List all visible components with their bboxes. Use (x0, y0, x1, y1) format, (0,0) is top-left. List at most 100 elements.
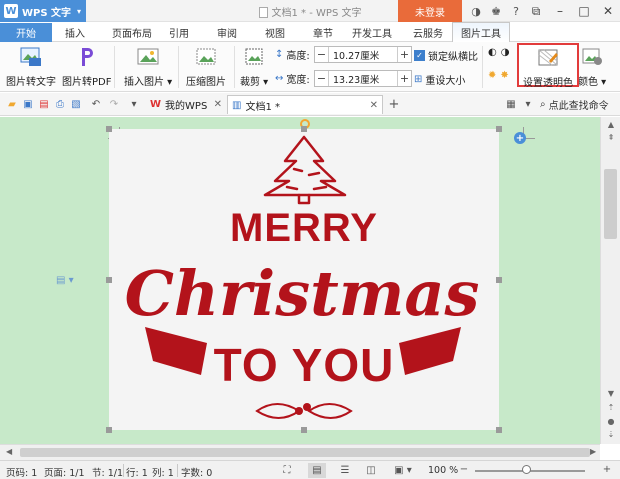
zoom-out-icon[interactable]: − (455, 462, 473, 477)
print-icon[interactable]: ⎙ (54, 98, 66, 110)
layout-options-button[interactable]: + (514, 132, 526, 144)
wps-logo-icon: W (150, 99, 162, 110)
next-page-icon[interactable]: ⇣ (605, 430, 617, 439)
new-tab-icon[interactable]: + (388, 97, 400, 112)
tab-picture-tools[interactable]: 图片工具 (452, 22, 510, 42)
compress-picture-button[interactable]: 压缩图片 (186, 46, 226, 88)
prev-page-icon[interactable]: ⇡ (605, 403, 617, 412)
height-stepper[interactable]: − 10.27厘米 + (314, 46, 412, 63)
vertical-scrollbar[interactable]: ▲ ⇞ ▼ ⇡ ● ⇣ (600, 117, 620, 444)
scroll-thumb[interactable] (604, 169, 617, 239)
brightness-down-icon[interactable]: ◑ (501, 47, 510, 58)
skin-icon[interactable]: ◑ (468, 2, 484, 20)
tab-cloud[interactable]: 云服务 (406, 23, 450, 42)
zoom-level[interactable]: 100 % (428, 465, 458, 476)
scroll-left-icon[interactable]: ◀ (6, 447, 12, 456)
reset-size-button[interactable]: ⊞ 重设大小 (414, 72, 465, 87)
scroll-up-icon[interactable]: ▲ (605, 120, 617, 129)
reading-mode-icon[interactable]: ▣ ▾ (394, 463, 412, 478)
resize-handle-bl[interactable] (106, 427, 112, 433)
zoom-in-icon[interactable]: + (598, 462, 616, 477)
resize-handle-tr[interactable] (496, 126, 502, 132)
status-page-number[interactable]: 页码: 1 (6, 465, 37, 479)
tab-page-layout[interactable]: 页面布局 (102, 23, 162, 42)
focus-mode-icon[interactable]: ⛶ (278, 463, 296, 478)
set-transparent-button[interactable]: 设置透明色 (517, 43, 579, 89)
height-value[interactable]: 10.27厘米 (328, 47, 398, 62)
status-section[interactable]: 节: 1/1 (92, 465, 123, 479)
resize-handle-tl[interactable] (106, 126, 112, 132)
tab-review[interactable]: 审阅 (210, 23, 244, 42)
brightness-icon[interactable]: ✹ (488, 70, 496, 81)
close-tab-icon[interactable]: ✕ (214, 99, 222, 110)
horizontal-scroll-thumb[interactable] (20, 448, 590, 457)
outline-view-icon[interactable]: ☰ (336, 463, 354, 478)
undo-icon[interactable]: ↶ (90, 98, 102, 110)
maximize-button[interactable]: □ (572, 0, 596, 22)
height-decrease-button[interactable]: − (315, 48, 328, 61)
tab-view[interactable]: 视图 (258, 23, 292, 42)
scroll-top-icon[interactable]: ⇞ (605, 133, 617, 142)
title-bar: W WPS 文字 ▾ 文档1 * - WPS 文字 未登录 ◑ ♚ ? · ⧉ … (0, 0, 620, 22)
sun-icon[interactable]: ✸ (500, 70, 508, 81)
resize-handle-br[interactable] (496, 427, 502, 433)
checkbox-checked-icon: ✓ (414, 50, 425, 61)
panel-icon[interactable]: ▦ (505, 98, 517, 110)
page-view-icon[interactable]: ▤ (308, 463, 326, 478)
pic-to-text-button[interactable]: 图片转文字 (6, 46, 56, 88)
help-icon[interactable]: ? (508, 2, 524, 20)
width-value[interactable]: 13.23厘米 (328, 71, 398, 86)
status-column: 列: 1 (152, 468, 174, 479)
horizontal-scrollbar[interactable]: ◀ ▶ (0, 444, 600, 460)
scroll-right-icon[interactable]: ▶ (590, 447, 596, 456)
width-increase-button[interactable]: + (398, 72, 411, 85)
width-decrease-button[interactable]: − (315, 72, 328, 85)
scroll-down-icon[interactable]: ▼ (605, 389, 617, 398)
shirt-icon[interactable]: ♚ (488, 2, 504, 20)
christmas-picture[interactable]: MERRY Christmas TO YOU (109, 129, 499, 430)
print-preview-icon[interactable]: ▧ (70, 98, 82, 110)
customize-icon[interactable]: ▾ (128, 98, 140, 110)
save-icon[interactable]: ▣ (22, 98, 34, 110)
tab-sections[interactable]: 章节 (306, 23, 340, 42)
select-browse-icon[interactable]: ● (605, 417, 617, 426)
width-stepper[interactable]: − 13.23厘米 + (314, 70, 412, 87)
resize-handle-bottom[interactable] (301, 427, 307, 433)
zoom-slider-knob[interactable] (522, 465, 531, 474)
tab-my-wps[interactable]: W 我的WPS ✕ (146, 95, 226, 114)
command-search[interactable]: ⌕ 点此查找命令 (540, 97, 609, 112)
tab-developer[interactable]: 开发工具 (344, 23, 400, 42)
pic-to-pdf-button[interactable]: 图片转PDF (62, 46, 111, 88)
tab-home[interactable]: 开始 (0, 23, 52, 42)
resize-handle-right[interactable] (496, 277, 502, 283)
insert-picture-button[interactable]: 插入图片 ▾ (124, 46, 172, 88)
ribbon-tabs: 开始 插入 页面布局 引用 审阅 视图 章节 开发工具 云服务 图片工具 (0, 22, 620, 42)
open-folder-icon[interactable]: ▰ (6, 98, 18, 110)
resize-handle-top[interactable] (301, 126, 307, 132)
paragraph-layout-icon[interactable]: ▤ ▾ (56, 275, 74, 286)
close-tab-icon[interactable]: ✕ (370, 100, 378, 111)
document-workspace[interactable]: ▤ ▾ MERRY Christmas TO YOU + (0, 117, 600, 444)
christmas-lettering: MERRY Christmas TO YOU (125, 135, 479, 419)
status-word-count[interactable]: 字数: 0 (181, 465, 212, 479)
lock-ratio-checkbox[interactable]: ✓ 锁定纵横比 (414, 48, 478, 63)
height-increase-button[interactable]: + (398, 48, 411, 61)
picture-text-icon (20, 47, 41, 66)
restore-page-icon[interactable]: ⧉ (524, 0, 548, 22)
login-button[interactable]: 未登录 (398, 0, 462, 22)
tab-references[interactable]: 引用 (164, 23, 194, 42)
export-pdf-icon[interactable]: ▤ (38, 98, 50, 110)
contrast-icon[interactable]: ◐ (488, 47, 497, 58)
minimize-button[interactable]: – (548, 0, 572, 22)
document-icon (258, 7, 268, 18)
crop-button[interactable]: 裁剪 ▾ (240, 46, 268, 88)
resize-handle-left[interactable] (106, 277, 112, 283)
tab-document1[interactable]: ▥ 文档1 * ✕ (227, 95, 383, 114)
web-view-icon[interactable]: ◫ (362, 463, 380, 478)
close-button[interactable]: ✕ (596, 0, 620, 22)
panel-menu-icon[interactable]: ▾ (522, 98, 534, 110)
tab-insert[interactable]: 插入 (56, 23, 94, 42)
redo-icon[interactable]: ↷ (108, 98, 120, 110)
color-button[interactable]: 颜色 ▾ (578, 46, 606, 88)
status-pages[interactable]: 页面: 1/1 (44, 465, 85, 479)
